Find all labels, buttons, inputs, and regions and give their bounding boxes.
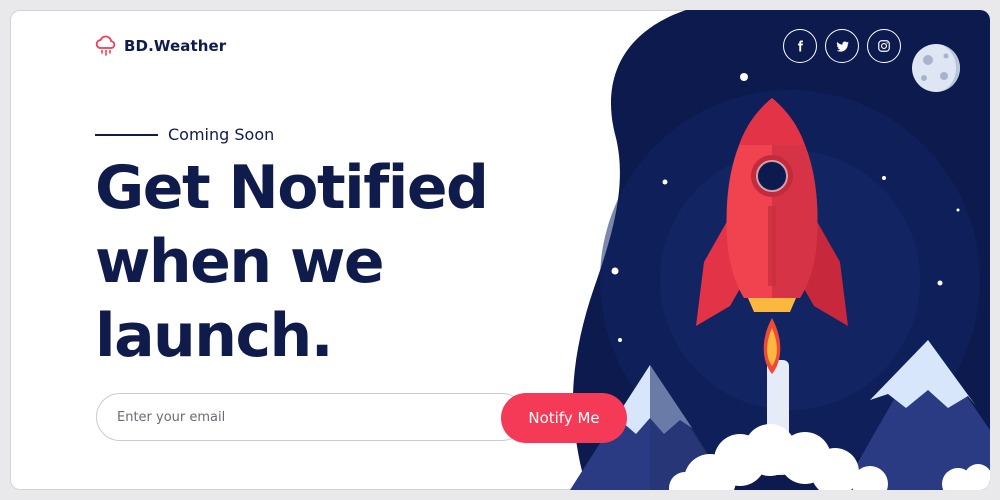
- coming-soon-text: Coming Soon: [168, 125, 275, 144]
- brand-name: BD.Weather: [124, 37, 227, 55]
- page-title: Get Notified when we launch.: [95, 151, 489, 373]
- headline-line: Get Notified: [95, 153, 489, 223]
- headline-line: when we: [95, 227, 385, 297]
- facebook-link[interactable]: [783, 29, 817, 63]
- star: [662, 179, 668, 185]
- star: [611, 267, 619, 275]
- cloud-rain-icon: [95, 35, 116, 56]
- page-frame: BD.Weather Coming Soon Get Notified when…: [10, 10, 990, 490]
- email-input[interactable]: [96, 393, 526, 441]
- twitter-link[interactable]: [825, 29, 859, 63]
- coming-soon-label: Coming Soon: [95, 125, 274, 144]
- star: [740, 73, 748, 81]
- moon-icon: [912, 44, 960, 92]
- headline-line: launch.: [95, 301, 334, 371]
- instagram-link[interactable]: [867, 29, 901, 63]
- notify-me-button[interactable]: Notify Me: [501, 393, 627, 443]
- star: [937, 280, 943, 286]
- twitter-icon: [836, 40, 849, 52]
- brand-logo[interactable]: BD.Weather: [94, 34, 226, 58]
- facebook-icon: [797, 40, 803, 52]
- instagram-icon: [878, 40, 890, 52]
- coming-soon-divider: [95, 133, 158, 136]
- star: [882, 176, 886, 180]
- star: [618, 338, 622, 342]
- signup-form: Notify Me: [96, 393, 627, 443]
- star: [956, 208, 960, 212]
